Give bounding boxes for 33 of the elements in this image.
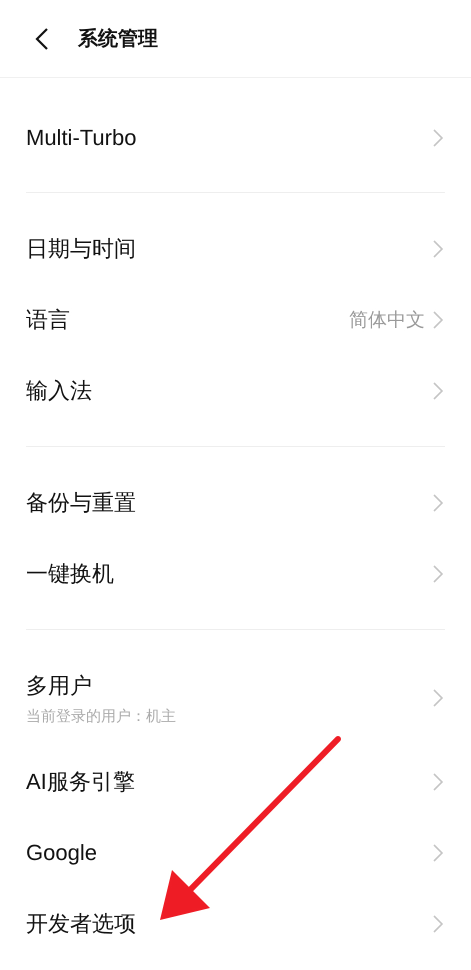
item-value: 简体中文	[349, 308, 425, 332]
item-label: 备份与重置	[26, 488, 137, 516]
item-label: Google	[26, 840, 98, 866]
settings-item[interactable]: 日期与时间	[26, 213, 445, 284]
chevron-right-icon	[433, 240, 443, 258]
chevron-right-icon	[433, 689, 443, 707]
item-label: 多用户	[26, 672, 93, 700]
settings-item[interactable]: 开发者选项	[26, 888, 445, 959]
chevron-right-icon	[433, 128, 443, 146]
item-label: 输入法	[26, 376, 93, 404]
chevron-right-icon	[433, 914, 443, 932]
settings-item[interactable]: 多用户 当前登录的用户：机主	[26, 650, 445, 746]
item-label: 一键换机	[26, 560, 115, 588]
chevron-right-icon	[433, 382, 443, 400]
settings-item[interactable]: Multi-Turbo	[0, 102, 471, 173]
chevron-right-icon	[433, 844, 443, 862]
settings-item[interactable]: 输入法	[26, 355, 445, 426]
settings-item[interactable]: AI服务引擎	[26, 746, 445, 817]
settings-item[interactable]: 备份与重置	[26, 467, 445, 538]
settings-item[interactable]: 一键换机	[26, 538, 445, 609]
settings-item[interactable]: 语言 简体中文	[26, 284, 445, 355]
item-label: Multi-Turbo	[26, 124, 138, 150]
chevron-right-icon	[433, 494, 443, 512]
page-title: 系统管理	[78, 26, 158, 52]
chevron-right-icon	[433, 772, 443, 790]
chevron-right-icon	[433, 310, 443, 328]
item-label: 语言	[26, 306, 71, 334]
item-subtitle: 当前登录的用户：机主	[26, 706, 177, 726]
item-label: 日期与时间	[26, 234, 137, 262]
chevron-right-icon	[433, 564, 443, 582]
item-label: 开发者选项	[26, 910, 137, 938]
settings-item[interactable]: Google	[26, 817, 445, 888]
item-label: AI服务引擎	[26, 768, 136, 796]
